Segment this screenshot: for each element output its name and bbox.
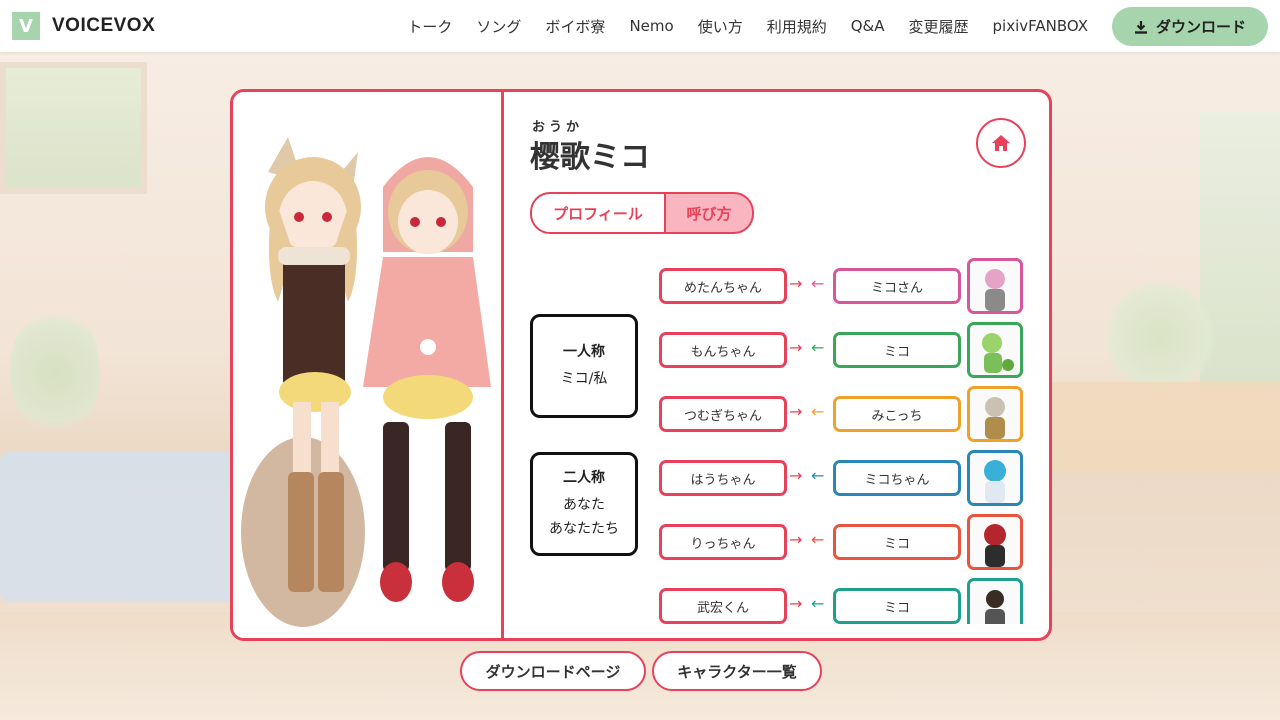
character-info-pane: おうか 樱歌ミコ プロフィール 呼び方 一人称 ミコ/私 二人称 あなた あなた… xyxy=(504,92,1049,638)
relations-list: めたんちゃん → ← ミコさん もんちゃん → ← ミコ つむぎちゃん → ← … xyxy=(504,92,1049,624)
sofa-decoration xyxy=(0,452,240,602)
download-button-label: ダウンロード xyxy=(1155,18,1246,36)
character-illustration-pane xyxy=(233,92,504,638)
download-button[interactable]: ダウンロード xyxy=(1112,7,1268,46)
arrow-left-icon: ← xyxy=(811,466,825,485)
site-header: V VOICEVOX トーク ソング ボイボ寮 Nemo 使い方 利用規約 Q&… xyxy=(0,0,1280,52)
avatar-tsumugi[interactable] xyxy=(967,386,1023,442)
logo-mark: V xyxy=(12,12,40,40)
avatar-takehiro[interactable] xyxy=(967,578,1023,624)
plant-decoration xyxy=(1100,282,1220,392)
called-by-me-label: つむぎちゃん xyxy=(659,396,787,432)
called-by-me-label: 武宏くん xyxy=(659,588,787,624)
table-decoration xyxy=(1040,382,1280,472)
arrow-right-icon: → xyxy=(789,530,803,549)
character-illustration xyxy=(241,137,491,627)
nav-item-changelog[interactable]: 変更履歴 xyxy=(908,16,968,37)
arrow-left-icon: ← xyxy=(811,594,825,613)
character-card: おうか 樱歌ミコ プロフィール 呼び方 一人称 ミコ/私 二人称 あなた あなた… xyxy=(230,89,1052,641)
called-me-label: ミコ xyxy=(833,588,961,624)
avatar-hau[interactable] xyxy=(967,450,1023,506)
arrow-left-icon: ← xyxy=(811,338,825,357)
nav-item-nemo[interactable]: Nemo xyxy=(629,17,673,35)
arrow-right-icon: → xyxy=(789,594,803,613)
main-nav: トーク ソング ボイボ寮 Nemo 使い方 利用規約 Q&A 変更履歴 pixi… xyxy=(407,0,1088,52)
nav-item-qa[interactable]: Q&A xyxy=(851,17,885,35)
nav-item-terms[interactable]: 利用規約 xyxy=(767,16,827,37)
called-by-me-label: もんちゃん xyxy=(659,332,787,368)
download-icon xyxy=(1134,20,1147,34)
called-by-me-label: めたんちゃん xyxy=(659,268,787,304)
character-list-button[interactable]: キャラクター一覧 xyxy=(652,651,822,691)
avatar-ritsu[interactable] xyxy=(967,514,1023,570)
arrow-left-icon: ← xyxy=(811,402,825,421)
plant-decoration xyxy=(10,302,100,442)
called-me-label: ミコちゃん xyxy=(833,460,961,496)
called-by-me-label: りっちゃん xyxy=(659,524,787,560)
arrow-right-icon: → xyxy=(789,466,803,485)
window-decoration xyxy=(0,62,147,194)
site-logo[interactable]: V VOICEVOX xyxy=(12,12,155,40)
avatar-mon[interactable] xyxy=(967,322,1023,378)
arrow-right-icon: → xyxy=(789,402,803,421)
download-page-button[interactable]: ダウンロードページ xyxy=(460,651,646,691)
arrow-right-icon: → xyxy=(789,274,803,293)
nav-item-voivo-dorm[interactable]: ボイボ寮 xyxy=(545,16,605,37)
arrow-left-icon: ← xyxy=(811,274,825,293)
arrow-right-icon: → xyxy=(789,338,803,357)
called-me-label: ミコさん xyxy=(833,268,961,304)
arrow-left-icon: ← xyxy=(811,530,825,549)
called-by-me-label: はうちゃん xyxy=(659,460,787,496)
avatar-metan[interactable] xyxy=(967,258,1023,314)
called-me-label: みこっち xyxy=(833,396,961,432)
nav-item-fanbox[interactable]: pixivFANBOX xyxy=(993,17,1089,35)
nav-item-song[interactable]: ソング xyxy=(476,16,521,37)
called-me-label: ミコ xyxy=(833,332,961,368)
nav-item-how-to[interactable]: 使い方 xyxy=(698,16,743,37)
logo-text: VOICEVOX xyxy=(52,15,156,36)
called-me-label: ミコ xyxy=(833,524,961,560)
nav-item-talk[interactable]: トーク xyxy=(407,16,452,37)
